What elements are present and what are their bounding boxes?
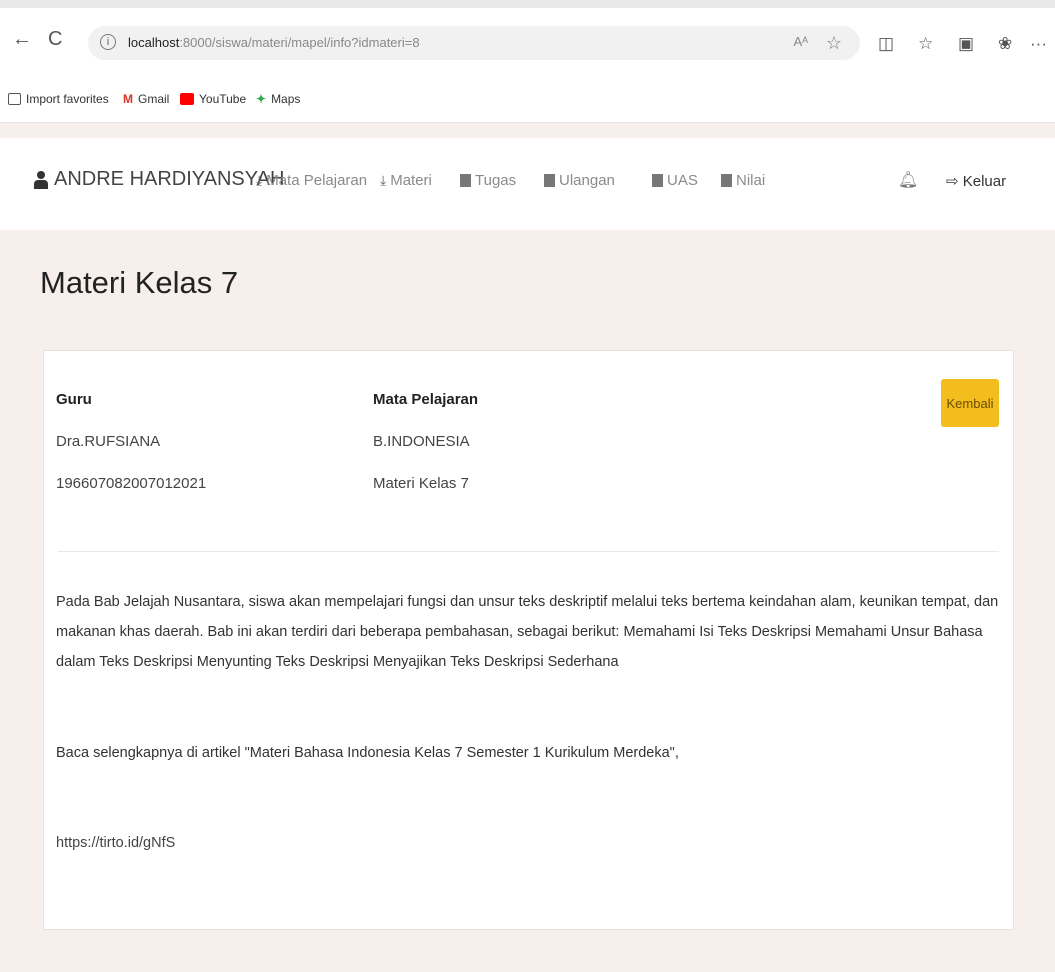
book-icon [721,174,732,187]
bookmark-youtube[interactable]: YouTube [180,92,246,106]
mapel-name: B.INDONESIA [373,433,470,450]
logout-icon: ⇨ [946,173,959,190]
book-icon [460,174,471,187]
user-name: ANDRE HARDIYANSYAH [54,168,285,190]
nav-nilai[interactable]: Nilai [721,172,765,189]
bookmarks-bar: Import favorites M Gmail YouTube ✦ Maps [0,76,1055,123]
mapel-materi: Materi Kelas 7 [373,475,469,492]
read-more-text: Baca selengkapnya di artikel "Materi Bah… [56,745,679,761]
favorite-star-icon[interactable]: ☆ [826,33,842,54]
address-bar[interactable]: i localhost:8000/siswa/materi/mapel/info… [88,26,860,60]
nav-mata-pelajaran[interactable]: ⤓ Mata Pelajaran [256,172,367,189]
nav-uas[interactable]: UAS [652,172,698,189]
nav-tugas[interactable]: Tugas [460,172,516,189]
reload-button[interactable]: C [48,28,62,51]
bookmark-gmail[interactable]: M Gmail [123,92,169,106]
logout-link[interactable]: ⇨ Keluar [946,172,1006,190]
book-icon [544,174,555,187]
address-url[interactable]: localhost:8000/siswa/materi/mapel/info?i… [128,35,420,50]
source-link[interactable]: https://tirto.id/gNfS [56,835,175,851]
read-aloud-icon[interactable]: Aᴬ [793,34,808,49]
materi-card: Guru Dra.RUFSIANA 196607082007012021 Mat… [43,350,1014,930]
user-profile[interactable]: ANDRE HARDIYANSYAH [34,168,284,191]
materi-description: Pada Bab Jelajah Nusantara, siswa akan m… [56,594,999,670]
extensions-icon[interactable]: ❀ [998,34,1012,54]
bookmark-maps[interactable]: ✦ Maps [256,92,300,106]
more-options-icon[interactable]: ··· [1030,34,1047,54]
maps-icon: ✦ [256,92,267,106]
split-screen-icon[interactable]: ◫ [878,34,894,54]
info-icon[interactable]: i [100,34,116,50]
divider [58,551,999,552]
app-navbar: ANDRE HARDIYANSYAH ⤓ Mata Pelajaran ⤓ Mate… [0,138,1055,230]
gmail-icon: M [123,92,133,106]
mapel-label: Mata Pelajaran [373,391,479,408]
guru-name: Dra.RUFSIANA [56,433,161,450]
bookmark-import-favorites[interactable]: Import favorites [8,92,109,106]
nav-ulangan[interactable]: Ulangan [544,172,615,189]
bell-icon[interactable]: 🔔︎ [898,170,918,190]
book-icon [652,174,663,187]
download-icon: ⤓ [380,172,387,188]
favorites-list-icon[interactable]: ☆ [918,34,933,54]
browser-toolbar: ← C i localhost:8000/siswa/materi/mapel/… [0,8,1055,76]
back-button[interactable]: Kembali [941,379,999,427]
guru-label: Guru [56,391,92,408]
guru-nip: 196607082007012021 [56,475,207,492]
page-title: Materi Kelas 7 [40,265,239,300]
youtube-icon [180,93,194,105]
collections-icon[interactable]: ▣ [958,34,974,54]
user-icon [34,170,48,189]
folder-icon [8,93,21,105]
back-button[interactable]: ← [12,28,32,51]
nav-materi[interactable]: ⤓ Materi [380,172,432,189]
download-icon: ⤓ [256,172,263,188]
window-top-strip [0,0,1055,8]
